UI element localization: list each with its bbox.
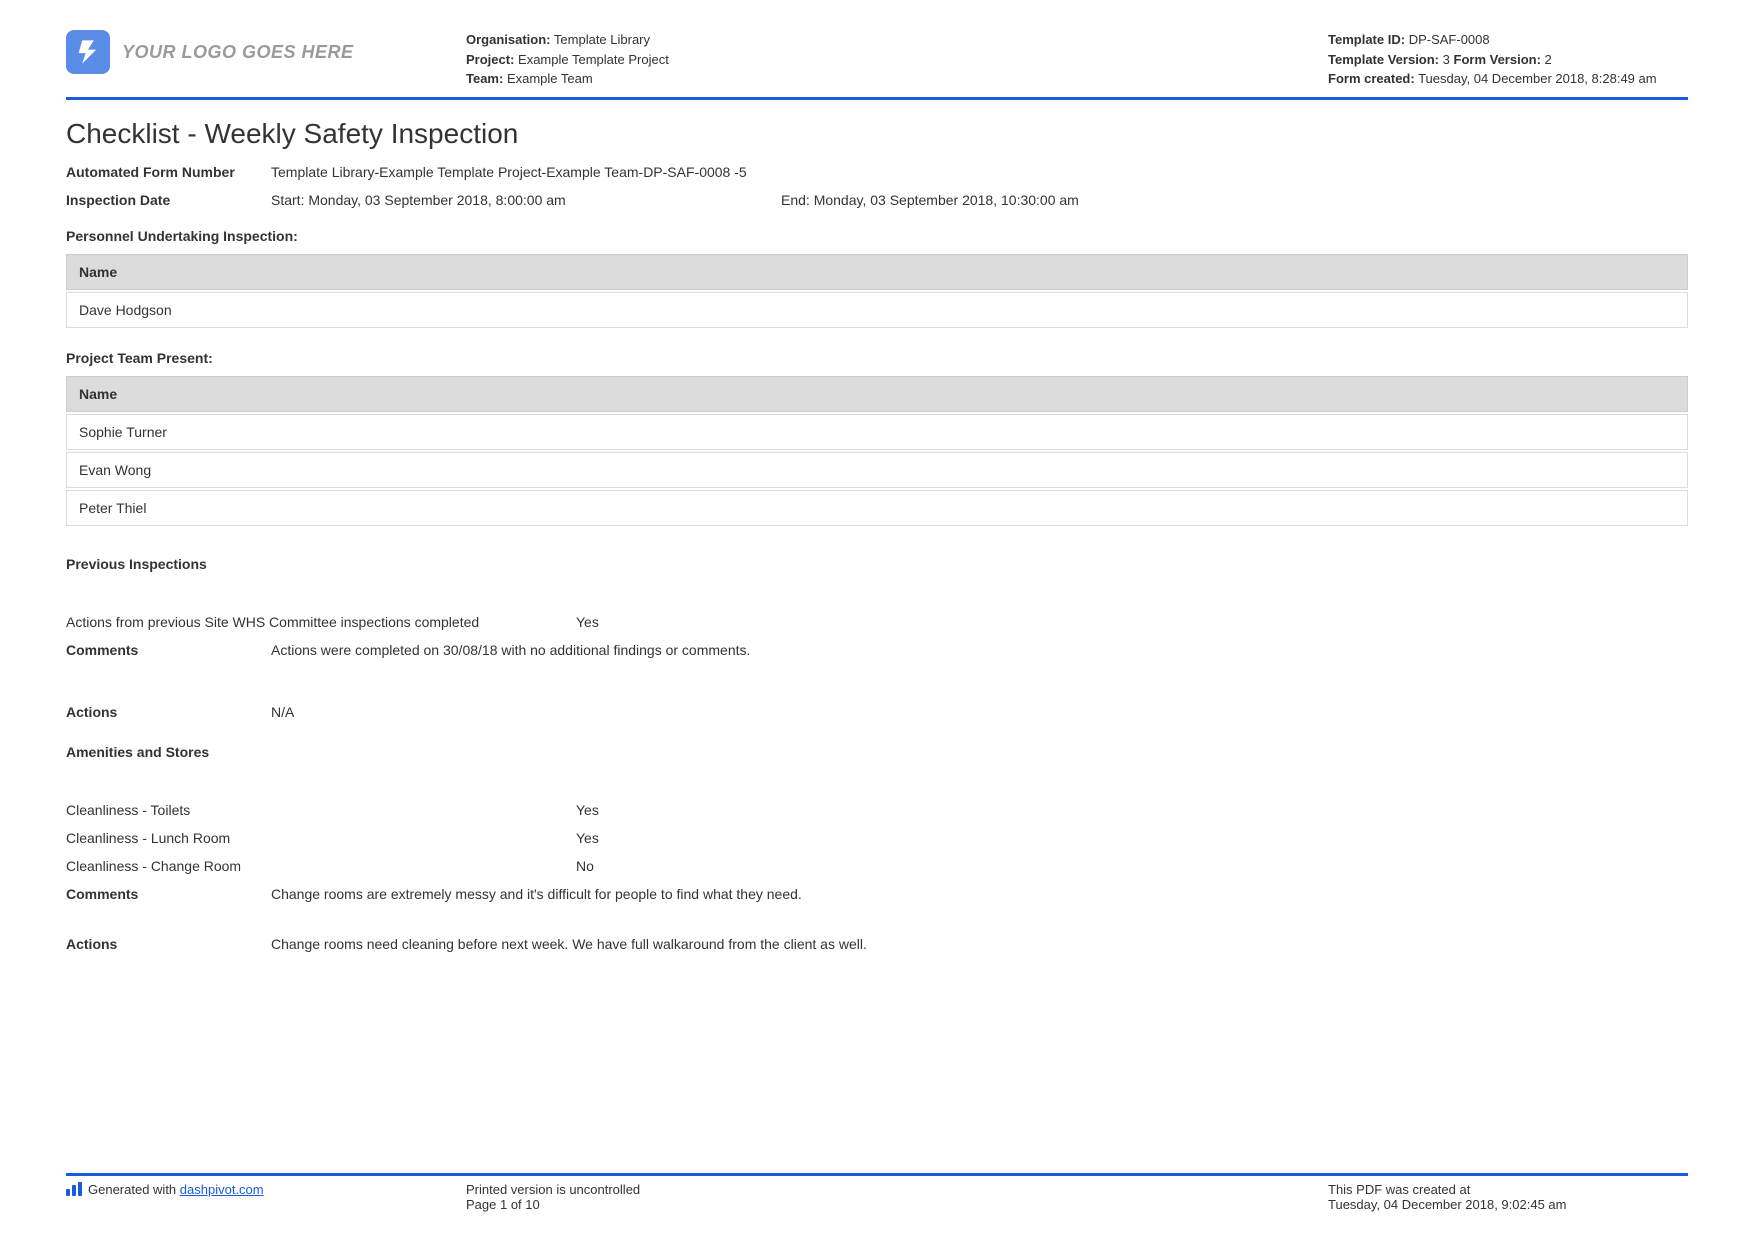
template-version-value: 3 [1443,52,1450,67]
footer-created-label: This PDF was created at [1328,1182,1688,1197]
project-label: Project: [466,52,514,67]
previous-actions-value: N/A [271,704,1688,720]
table-row: Sophie Turner [66,414,1688,450]
amenities-row: Cleanliness - Toilets Yes [66,802,1688,818]
previous-comments-value: Actions were completed on 30/08/18 with … [271,642,1688,658]
amenities-heading: Amenities and Stores [66,744,1688,760]
template-id-label: Template ID: [1328,32,1405,47]
form-number-value: Template Library-Example Template Projec… [271,164,1688,180]
logo-icon [66,30,110,74]
amenities-row: Cleanliness - Change Room No [66,858,1688,874]
amenities-item-label: Cleanliness - Change Room [66,858,576,874]
personnel-heading: Personnel Undertaking Inspection: [66,228,1688,244]
amenities-actions-row: Actions Change rooms need cleaning befor… [66,936,1688,952]
logo-block: YOUR LOGO GOES HERE [66,30,466,74]
amenities-item-value: No [576,858,1688,874]
inspection-date-end: End: Monday, 03 September 2018, 10:30:00… [781,192,1688,208]
form-number-label: Automated Form Number [66,164,271,180]
footer-generated-prefix: Generated with [88,1182,180,1197]
previous-actions-label: Actions [66,704,271,720]
project-value: Example Template Project [518,52,669,67]
dashpivot-icon [66,1182,82,1196]
inspection-date-start: Start: Monday, 03 September 2018, 8:00:0… [271,192,781,208]
amenities-comments-value: Change rooms are extremely messy and it'… [271,886,1688,902]
form-number-row: Automated Form Number Template Library-E… [66,164,1688,180]
document-footer: Generated with dashpivot.com Printed ver… [66,1173,1688,1212]
previous-inspections-heading: Previous Inspections [66,556,1688,572]
personnel-col-name: Name [66,254,1688,290]
footer-left: Generated with dashpivot.com [66,1182,466,1212]
form-version-value: 2 [1545,52,1552,67]
amenities-comments-label: Comments [66,886,271,902]
inspection-date-row: Inspection Date Start: Monday, 03 Septem… [66,192,1688,208]
table-row: Evan Wong [66,452,1688,488]
page-title: Checklist - Weekly Safety Inspection [66,118,1688,150]
previous-comments-row: Comments Actions were completed on 30/08… [66,642,1688,658]
template-id-value: DP-SAF-0008 [1409,32,1490,47]
form-created-value: Tuesday, 04 December 2018, 8:28:49 am [1418,71,1656,86]
footer-uncontrolled: Printed version is uncontrolled [466,1182,1328,1197]
personnel-table: Name Dave Hodgson [66,252,1688,330]
team-present-table: Name Sophie Turner Evan Wong Peter Thiel [66,374,1688,528]
team-member: Sophie Turner [66,414,1688,450]
previous-q1-label: Actions from previous Site WHS Committee… [66,614,576,630]
amenities-row: Cleanliness - Lunch Room Yes [66,830,1688,846]
footer-page-number: Page 1 of 10 [466,1197,1328,1212]
table-row: Peter Thiel [66,490,1688,526]
team-value: Example Team [507,71,593,86]
amenities-item-value: Yes [576,830,1688,846]
table-row: Dave Hodgson [66,292,1688,328]
team-col-name: Name [66,376,1688,412]
form-created-label: Form created: [1328,71,1415,86]
team-label: Team: [466,71,503,86]
previous-actions-row: Actions N/A [66,704,1688,720]
footer-created-timestamp: Tuesday, 04 December 2018, 9:02:45 am [1328,1197,1688,1212]
document-header: YOUR LOGO GOES HERE Organisation: Templa… [66,30,1688,100]
org-label: Organisation: [466,32,551,47]
personnel-name: Dave Hodgson [66,292,1688,328]
header-meta-left: Organisation: Template Library Project: … [466,30,1328,89]
team-present-heading: Project Team Present: [66,350,1688,366]
dashpivot-link[interactable]: dashpivot.com [180,1182,264,1197]
amenities-item-value: Yes [576,802,1688,818]
amenities-actions-value: Change rooms need cleaning before next w… [271,936,1688,952]
footer-mid: Printed version is uncontrolled Page 1 o… [466,1182,1328,1212]
amenities-item-label: Cleanliness - Lunch Room [66,830,576,846]
amenities-actions-label: Actions [66,936,271,952]
template-version-label: Template Version: [1328,52,1439,67]
logo-placeholder-text: YOUR LOGO GOES HERE [122,42,354,63]
team-member: Evan Wong [66,452,1688,488]
header-meta-right: Template ID: DP-SAF-0008 Template Versio… [1328,30,1688,89]
previous-q1-value: Yes [576,614,1688,630]
amenities-comments-row: Comments Change rooms are extremely mess… [66,886,1688,902]
amenities-item-label: Cleanliness - Toilets [66,802,576,818]
form-version-label: Form Version: [1454,52,1541,67]
previous-q1-row: Actions from previous Site WHS Committee… [66,614,1688,630]
inspection-date-label: Inspection Date [66,192,271,208]
org-value: Template Library [554,32,650,47]
team-member: Peter Thiel [66,490,1688,526]
footer-right: This PDF was created at Tuesday, 04 Dece… [1328,1182,1688,1212]
previous-comments-label: Comments [66,642,271,658]
